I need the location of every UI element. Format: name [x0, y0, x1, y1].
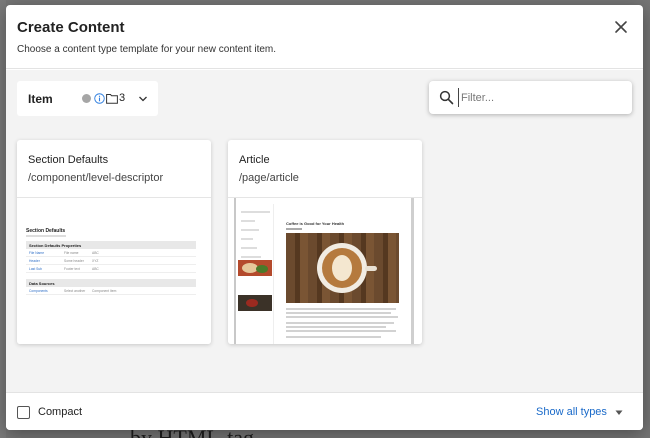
- chevron-down-icon: [139, 96, 147, 102]
- coffee-image: [286, 233, 399, 303]
- content-type-card-article[interactable]: Article /page/article Coffee is Good for…: [228, 140, 422, 344]
- card-preview-image: Section Defaults Section Defaults Proper…: [17, 197, 211, 344]
- preview-row: Components Select another Component Item: [26, 287, 196, 295]
- card-title: Section Defaults: [28, 154, 109, 166]
- dialog-footer: Compact Show all types: [6, 392, 643, 430]
- filter-field: [429, 81, 632, 114]
- card-preview-image: Coffee is Good for Your Health: [228, 197, 422, 344]
- card-path: /page/article: [239, 172, 299, 184]
- folder-icon: [106, 94, 118, 104]
- preview-section-header-2: Data Sources: [26, 279, 196, 287]
- compact-checkbox[interactable]: [17, 406, 30, 419]
- close-button[interactable]: [613, 19, 629, 35]
- search-icon: [439, 90, 454, 105]
- caret-down-icon[interactable]: [615, 410, 623, 416]
- info-icon: [94, 93, 105, 104]
- close-icon: [615, 21, 627, 33]
- content-type-dropdown[interactable]: Item 3: [17, 81, 158, 116]
- dialog-header: Create Content Choose a content type tem…: [6, 5, 643, 69]
- dialog-title: Create Content: [17, 19, 125, 36]
- dialog-subtitle: Choose a content type template for your …: [17, 44, 277, 55]
- card-path: /component/level-descriptor: [28, 172, 164, 184]
- filter-input[interactable]: [458, 88, 622, 107]
- preview-thumbnail: [238, 295, 272, 311]
- compact-label: Compact: [38, 406, 83, 418]
- preview-section-header: Section Defaults Properties: [26, 241, 196, 249]
- preview-thumbnail: [238, 260, 272, 276]
- status-dot-icon: [82, 94, 91, 103]
- card-title: Article: [239, 154, 270, 166]
- dialog-body: Item 3 Section Defaults: [6, 70, 643, 392]
- preview-title: Coffee is Good for Your Health: [286, 221, 345, 226]
- show-all-types-button[interactable]: Show all types: [536, 406, 607, 418]
- item-label: Item: [28, 92, 53, 106]
- content-type-card-section-defaults[interactable]: Section Defaults /component/level-descri…: [17, 140, 211, 344]
- preview-row: Last Sub Footer text ABC: [26, 265, 196, 273]
- preview-row: File Name File name ABC: [26, 249, 196, 257]
- preview-title: Section Defaults: [26, 228, 66, 234]
- item-count: 3: [119, 92, 126, 104]
- preview-row: Header Some header XYZ: [26, 257, 196, 265]
- create-content-dialog: Create Content Choose a content type tem…: [6, 5, 643, 430]
